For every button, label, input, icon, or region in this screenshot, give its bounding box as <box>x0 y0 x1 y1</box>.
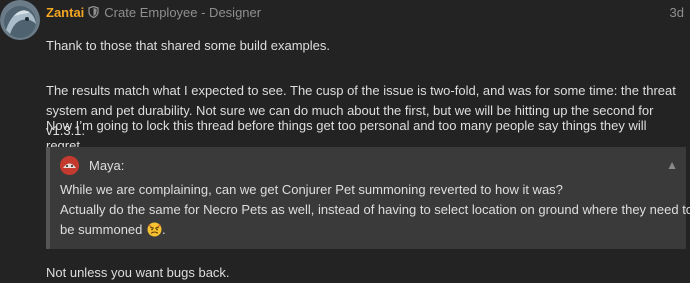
post-paragraph: Not unless you want bugs back. <box>46 265 230 280</box>
avatar[interactable] <box>0 0 40 40</box>
quote-header: Maya: ▲ <box>60 155 678 175</box>
quote-line-end: . <box>162 222 166 237</box>
quote-line: While we are complaining, can we get Con… <box>60 182 563 197</box>
quote-body: While we are complaining, can we get Con… <box>60 180 690 240</box>
quote-author: Maya: <box>89 157 125 173</box>
post-date[interactable]: 3d <box>670 5 684 20</box>
angry-face-icon <box>147 222 162 237</box>
user-title: Crate Employee - Designer <box>104 4 262 20</box>
shield-icon <box>88 5 99 19</box>
chevron-up-icon[interactable]: ▲ <box>666 158 678 172</box>
quote-line-last: be summoned . <box>60 220 678 240</box>
post-paragraph: Thank to those that shared some build ex… <box>46 38 330 53</box>
quote-avatar[interactable] <box>60 155 79 175</box>
quote-line: Actually do the same for Necro Pets as w… <box>60 202 690 217</box>
username[interactable]: Zantai <box>46 5 84 20</box>
post-header: Zantai Crate Employee - Designer 3d <box>46 3 684 21</box>
quote-block: Maya: ▲ While we are complaining, can we… <box>46 147 690 249</box>
quote-line: be summoned <box>60 222 143 237</box>
